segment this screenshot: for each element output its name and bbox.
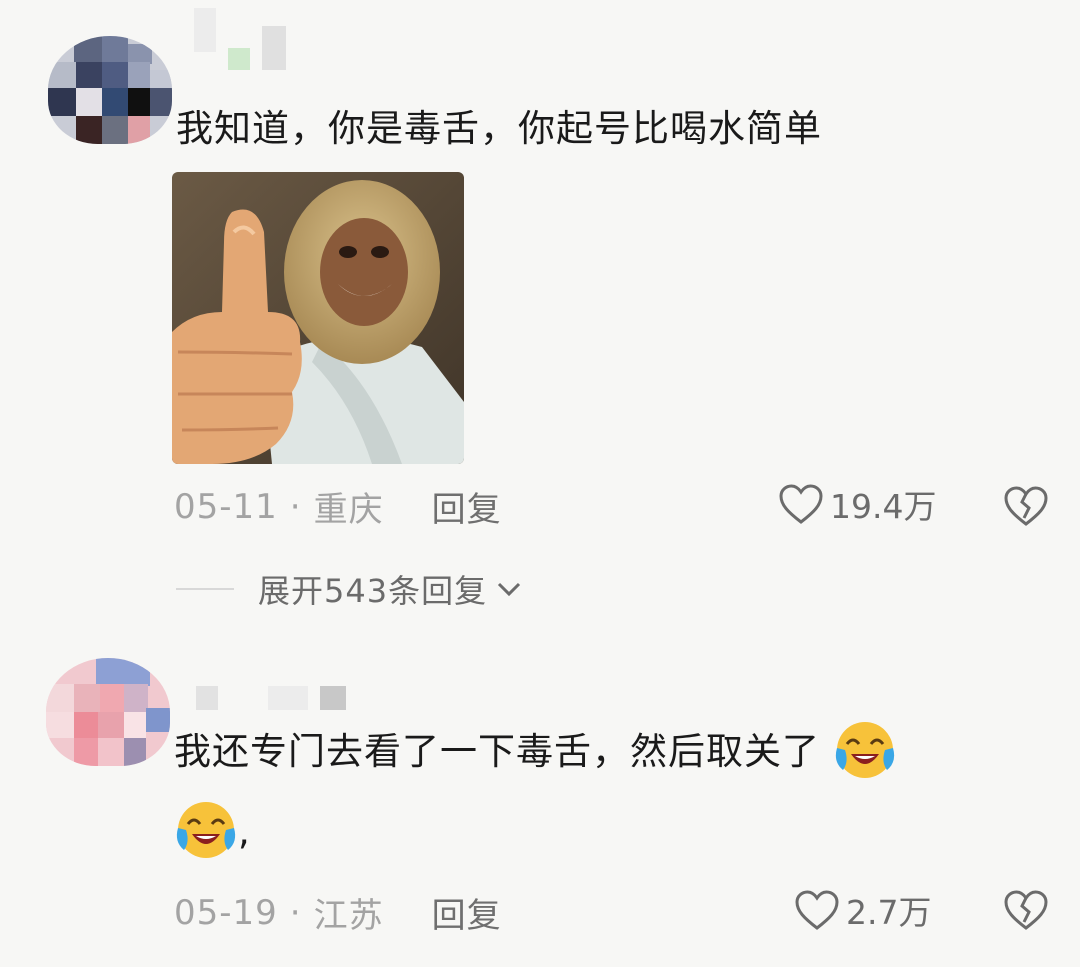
avatar[interactable] [46,658,170,766]
comment-date: 05-19 [174,892,278,933]
comment-meta: 05-11 · 重庆 回复 [174,482,502,531]
chevron-down-icon [498,582,521,597]
laughing-crying-emoji [835,721,894,778]
username-masked[interactable] [194,8,286,70]
comment-location: 重庆 [313,490,384,530]
comment-text-continued: , [174,800,250,866]
comma-text: , [238,810,250,853]
comment-1: 我知道，你是毒舌，你起号比喝水简单 05-11 · 重庆 回复 19.4万 展开… [0,0,1080,640]
comment-text: 我知道，你是毒舌，你起号比喝水简单 [176,107,822,150]
meta-separator: · [289,892,302,933]
like-count: 19.4万 [830,487,937,526]
like-button[interactable]: 2.7万 [794,886,931,934]
avatar[interactable] [48,36,172,144]
expand-replies-label: 展开543条回复 [258,572,488,610]
like-button[interactable]: 19.4万 [778,480,936,528]
comment-image[interactable] [172,172,464,464]
comment-text-body: 我还专门去看了一下毒舌，然后取关了 [174,730,820,773]
laughing-crying-emoji [176,801,236,858]
dislike-button[interactable] [1002,888,1050,932]
reply-button[interactable]: 回复 [432,888,502,937]
meta-separator: · [289,486,302,527]
comment-date: 05-11 [174,486,278,527]
comment-text: 我还专门去看了一下毒舌，然后取关了 [174,720,897,786]
comment-location: 江苏 [313,896,384,936]
dislike-button[interactable] [1002,484,1050,528]
username-masked[interactable] [196,664,346,710]
expand-replies-button[interactable]: 展开543条回复 [176,566,523,612]
thumbs-up-meme-image [172,172,464,464]
comment-meta: 05-19 · 江苏 回复 [174,888,502,937]
broken-heart-icon [1004,486,1048,526]
broken-heart-icon [1004,890,1048,930]
heart-outline-icon [795,890,839,930]
divider-line [176,588,234,590]
like-count: 2.7万 [846,893,932,932]
heart-outline-icon [779,484,823,524]
reply-button[interactable]: 回复 [432,482,502,531]
